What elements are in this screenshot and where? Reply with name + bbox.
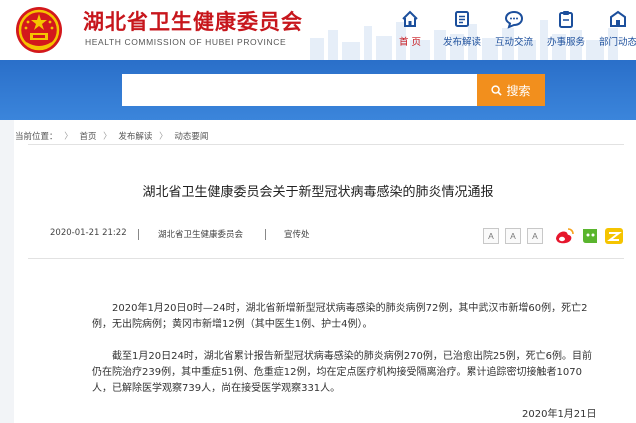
breadcrumb-separator: 〉 — [159, 132, 168, 142]
font-size-medium-button[interactable]: A — [505, 228, 521, 244]
breadcrumb: 当前位置： 〉 首页 〉 发布解读 〉 动态要闻 — [15, 130, 212, 142]
document-icon — [455, 11, 469, 27]
breadcrumb-divider — [28, 144, 624, 145]
article-paragraph: 2020年1月20日0时—24时，湖北省新增新型冠状病毒感染的肺炎病例72例，其… — [92, 303, 588, 330]
nav-label-interaction: 互动交流 — [494, 37, 533, 48]
weibo-icon[interactable] — [554, 227, 574, 245]
breadcrumb-separator: 〉 — [64, 132, 73, 142]
meta-separator — [265, 229, 266, 240]
font-size-small-button[interactable]: A — [527, 228, 543, 244]
nav-item-services[interactable]: 办事服务 — [536, 6, 596, 54]
search-button-label: 搜索 — [506, 83, 531, 98]
article-paragraph: 截至1月20日24时，湖北省累计报告新型冠状病毒感染的肺炎病例270例，已治愈出… — [92, 351, 592, 394]
font-size-large-button[interactable]: A — [483, 228, 499, 244]
home-icon — [402, 10, 418, 27]
nav-label-department-news: 部门动态 — [598, 37, 636, 48]
nav-item-home[interactable]: 首 页 — [380, 6, 440, 54]
article-source: 湖北省卫生健康委员会 — [158, 230, 244, 240]
building-icon — [610, 10, 626, 27]
meta-divider — [28, 258, 624, 259]
breadcrumb-home[interactable]: 首页 — [79, 132, 96, 142]
article-sign-date: 2020年1月21日 — [522, 409, 597, 420]
breadcrumb-news[interactable]: 动态要闻 — [174, 132, 208, 142]
site-subtitle: HEALTH COMMISSION OF HUBEI PROVINCE — [85, 37, 287, 47]
article-title: 湖北省卫生健康委员会关于新型冠状病毒感染的肺炎情况通报 — [142, 185, 494, 200]
publish-datetime: 2020-01-21 21:22 — [50, 228, 127, 238]
article-publisher: 宣传处 — [284, 230, 310, 240]
meta-separator — [138, 229, 139, 240]
breadcrumb-prefix: 当前位置： — [15, 132, 58, 142]
search-icon — [491, 84, 503, 96]
breadcrumb-releases[interactable]: 发布解读 — [118, 132, 152, 142]
chat-icon — [504, 10, 524, 29]
search-button[interactable]: 搜索 — [477, 74, 545, 106]
nav-item-releases[interactable]: 发布解读 — [432, 6, 492, 54]
nav-label-home: 首 页 — [398, 37, 422, 48]
site-header: 湖北省卫生健康委员会 HEALTH COMMISSION OF HUBEI PR… — [0, 0, 636, 60]
nav-label-services: 办事服务 — [546, 37, 585, 48]
breadcrumb-separator: 〉 — [103, 132, 112, 142]
nav-label-releases: 发布解读 — [442, 37, 481, 48]
nav-item-interaction[interactable]: 互动交流 — [484, 6, 544, 54]
search-input[interactable] — [122, 74, 477, 106]
clipboard-icon — [559, 11, 573, 28]
national-emblem-logo — [16, 7, 62, 53]
site-title: 湖北省卫生健康委员会 — [83, 10, 303, 34]
nav-item-department-news[interactable]: 部门动态 — [588, 6, 636, 54]
wechat-icon[interactable] — [580, 227, 600, 245]
qzone-icon[interactable] — [604, 227, 624, 245]
